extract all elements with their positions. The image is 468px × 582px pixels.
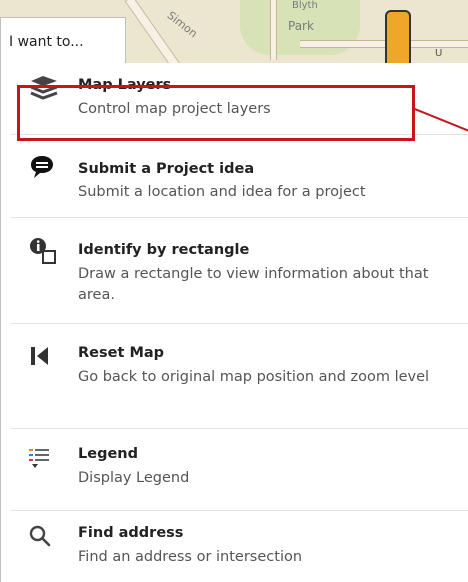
menu-item-title: Legend	[78, 446, 138, 462]
menu-item-reset-map[interactable]: Reset Map Go back to original map positi…	[11, 324, 468, 429]
menu-item-description: Submit a location and idea for a project	[78, 184, 366, 200]
menu-item-description: Go back to original map position and zoo…	[78, 369, 430, 385]
menu-item-legend[interactable]: Legend Display Legend	[11, 429, 468, 511]
search-icon	[29, 525, 55, 551]
menu-item-title: Reset Map	[78, 345, 165, 361]
menu-item-description: Draw a rectangle to view information abo…	[78, 266, 429, 303]
menu-item-identify-by-rectangle[interactable]: Identify by rectangle Draw a rectangle t…	[11, 218, 468, 324]
menu-item-submit-project-idea[interactable]: Submit a Project idea Submit a location …	[11, 135, 468, 218]
tab-label: I want to...	[9, 34, 84, 50]
menu-item-description: Find an address or intersection	[78, 549, 303, 565]
info-rectangle-icon	[29, 238, 56, 264]
menu-item-find-address[interactable]: Find address Find an address or intersec…	[11, 511, 468, 582]
map-label-blyth: Blyth	[292, 0, 318, 11]
menu-item-description: Display Legend	[78, 470, 190, 486]
road	[300, 40, 468, 48]
i-want-to-tab[interactable]: I want to...	[0, 17, 126, 64]
reset-icon	[29, 344, 55, 370]
speech-bubble-icon	[29, 153, 55, 181]
highlight-box	[17, 85, 415, 141]
menu-item-title: Find address	[78, 525, 184, 541]
menu-item-title: Identify by rectangle	[78, 242, 250, 258]
menu-item-title: Submit a Project idea	[78, 161, 255, 177]
road	[270, 0, 277, 60]
map-label-simon: Simon	[164, 8, 200, 41]
map-label-park: Park	[288, 19, 314, 33]
legend-icon	[29, 447, 55, 473]
map-label-u: U	[435, 48, 443, 59]
